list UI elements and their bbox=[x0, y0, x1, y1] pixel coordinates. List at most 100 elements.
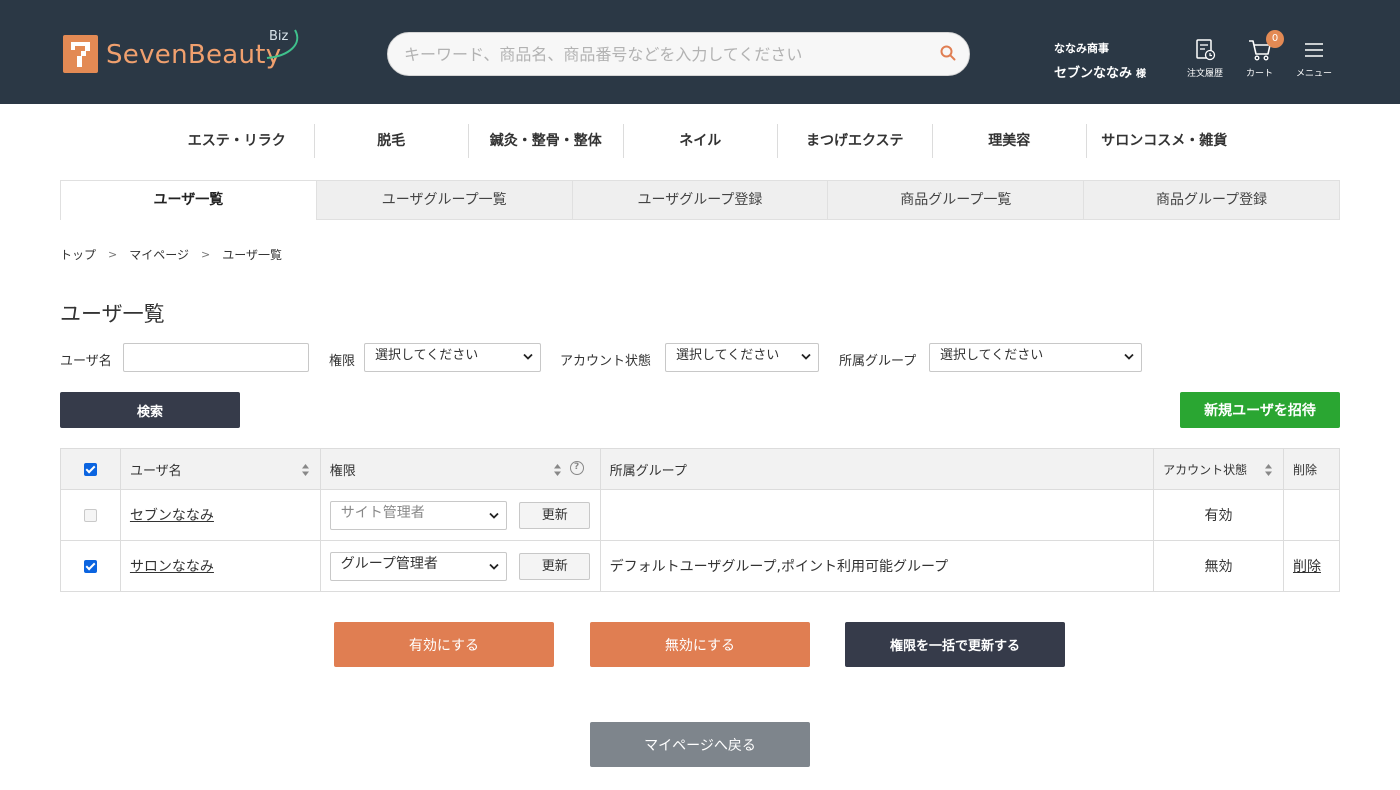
menu-button[interactable]: メニュー bbox=[1296, 38, 1332, 79]
select-all-cell bbox=[60, 448, 121, 490]
status-column-header[interactable]: アカウント状態 bbox=[1153, 448, 1284, 490]
chevron-down-icon bbox=[489, 563, 499, 570]
tab-product-group-list[interactable]: 商品グループ一覧 bbox=[828, 180, 1085, 220]
sort-icon[interactable] bbox=[553, 463, 562, 477]
cart-label: カート bbox=[1246, 69, 1274, 79]
chevron-right-icon: > bbox=[201, 248, 211, 261]
cart-button[interactable]: 0 カート bbox=[1246, 30, 1284, 79]
honorific: 様 bbox=[1136, 69, 1147, 80]
search-button[interactable] bbox=[937, 43, 959, 65]
username-filter-input[interactable] bbox=[123, 343, 309, 372]
order-history-button[interactable]: 注文履歴 bbox=[1187, 38, 1223, 79]
table-row: サロンななみ グループ管理者 更新 デフォルトユーザグループ,ポイント利用可能グ… bbox=[60, 540, 1341, 592]
role-select-value: サイト管理者 bbox=[340, 504, 425, 521]
delete-cell: 削除 bbox=[1282, 540, 1341, 592]
page-title: ユーザ一覧 bbox=[60, 302, 165, 326]
chevron-down-icon bbox=[1124, 353, 1134, 360]
hamburger-menu-icon bbox=[1305, 43, 1323, 57]
table-row: セブンななみ サイト管理者 更新 有効 bbox=[60, 489, 1341, 541]
group-filter-value: 選択してください bbox=[940, 348, 1044, 363]
role-cell: グループ管理者 更新 bbox=[319, 540, 601, 592]
username-link[interactable]: セブンななみ bbox=[130, 508, 214, 524]
tab-user-list[interactable]: ユーザ一覧 bbox=[60, 180, 317, 220]
username-filter-label: ユーザ名 bbox=[60, 354, 112, 369]
category-nav: エステ・リラク 脱毛 鍼灸・整骨・整体 ネイル まつげエクステ 理美容 サロンコ… bbox=[160, 124, 1242, 158]
category-salon-cosme[interactable]: サロンコスメ・雑貨 bbox=[1087, 124, 1242, 158]
category-datsumo[interactable]: 脱毛 bbox=[315, 124, 469, 158]
row-select-cell bbox=[60, 540, 121, 592]
chevron-down-icon bbox=[801, 353, 811, 360]
status-header-label: アカウント状態 bbox=[1163, 462, 1248, 477]
select-all-checkbox[interactable] bbox=[83, 462, 97, 476]
breadcrumb-mypage[interactable]: マイページ bbox=[129, 246, 189, 263]
logo-biz: Biz bbox=[269, 29, 289, 44]
order-history-label: 注文履歴 bbox=[1187, 69, 1224, 79]
enable-button[interactable]: 有効にする bbox=[334, 622, 554, 667]
role-header-label: 権限 bbox=[329, 463, 356, 479]
role-select[interactable]: グループ管理者 bbox=[329, 551, 507, 581]
role-filter-value: 選択してください bbox=[375, 348, 479, 363]
delete-header-label: 削除 bbox=[1292, 462, 1317, 477]
status-cell: 無効 bbox=[1153, 540, 1284, 592]
search-bar bbox=[387, 32, 970, 76]
username-link[interactable]: サロンななみ bbox=[130, 559, 214, 575]
category-shinkyu[interactable]: 鍼灸・整骨・整体 bbox=[469, 124, 624, 158]
user-info: ななみ商事 セブンななみ様 bbox=[1054, 40, 1146, 81]
delete-user-link[interactable]: 削除 bbox=[1293, 559, 1321, 575]
row-select-cell bbox=[60, 489, 121, 541]
search-input[interactable] bbox=[404, 33, 924, 75]
role-cell: サイト管理者 更新 bbox=[319, 489, 601, 541]
group-filter-select[interactable]: 選択してください bbox=[929, 343, 1142, 372]
mypage-tabs: ユーザ一覧 ユーザグループ一覧 ユーザグループ登録 商品グループ一覧 商品グルー… bbox=[60, 180, 1340, 220]
update-role-button[interactable]: 更新 bbox=[519, 501, 591, 529]
user-name-text: セブンななみ bbox=[1054, 66, 1133, 81]
sort-icon[interactable] bbox=[1264, 463, 1273, 477]
breadcrumb: トップ > マイページ > ユーザ一覧 bbox=[60, 246, 282, 263]
disable-button[interactable]: 無効にする bbox=[590, 622, 810, 667]
search-submit-button[interactable]: 検索 bbox=[60, 392, 240, 428]
category-nail[interactable]: ネイル bbox=[624, 124, 778, 158]
help-icon[interactable]: ? bbox=[569, 461, 584, 475]
username-cell: サロンななみ bbox=[119, 540, 321, 592]
username-cell: セブンななみ bbox=[119, 489, 321, 541]
delete-column-header: 削除 bbox=[1282, 448, 1341, 490]
logo-mark bbox=[63, 35, 98, 73]
role-filter-select[interactable]: 選択してください bbox=[364, 343, 541, 372]
tab-user-group-register[interactable]: ユーザグループ登録 bbox=[572, 180, 829, 220]
table-header-row: ユーザ名 権限 ? 所属グループ アカウント状態 削除 bbox=[60, 448, 1341, 490]
menu-label: メニュー bbox=[1296, 69, 1333, 79]
tab-user-group-list[interactable]: ユーザグループ一覧 bbox=[316, 180, 573, 220]
order-history-icon bbox=[1196, 39, 1216, 61]
username-header-label: ユーザ名 bbox=[129, 463, 182, 479]
back-to-mypage-button[interactable]: マイページへ戻る bbox=[590, 722, 810, 767]
delete-cell bbox=[1282, 489, 1341, 541]
status-filter-value: 選択してください bbox=[676, 348, 780, 363]
role-select-value: グループ管理者 bbox=[340, 555, 438, 572]
chevron-down-icon bbox=[523, 353, 533, 360]
status-filter-select[interactable]: 選択してください bbox=[665, 343, 819, 372]
invite-user-button[interactable]: 新規ユーザを招待 bbox=[1180, 392, 1340, 428]
category-eyelash[interactable]: まつげエクステ bbox=[778, 124, 933, 158]
logo-text: SevenBeauty bbox=[106, 40, 282, 70]
site-logo[interactable]: SevenBeauty Biz bbox=[63, 26, 313, 76]
category-esthe[interactable]: エステ・リラク bbox=[160, 124, 315, 158]
chevron-right-icon: > bbox=[108, 248, 118, 261]
search-icon bbox=[940, 45, 956, 60]
update-role-button[interactable]: 更新 bbox=[519, 552, 591, 580]
row-checkbox[interactable] bbox=[83, 508, 97, 522]
category-hairdressing[interactable]: 理美容 bbox=[933, 124, 1087, 158]
sort-icon[interactable] bbox=[301, 463, 310, 477]
group-header-label: 所属グループ bbox=[609, 463, 687, 479]
group-column-header: 所属グループ bbox=[599, 448, 1155, 490]
role-column-header[interactable]: 権限 ? bbox=[319, 448, 601, 490]
bulk-update-role-button[interactable]: 権限を一括で更新する bbox=[845, 622, 1065, 667]
username-column-header[interactable]: ユーザ名 bbox=[119, 448, 321, 490]
tab-product-group-register[interactable]: 商品グループ登録 bbox=[1084, 180, 1340, 220]
breadcrumb-current: ユーザ一覧 bbox=[222, 248, 282, 262]
role-select[interactable]: サイト管理者 bbox=[329, 500, 507, 530]
breadcrumb-top[interactable]: トップ bbox=[60, 246, 96, 263]
role-filter-label: 権限 bbox=[329, 354, 356, 369]
row-checkbox[interactable] bbox=[83, 559, 97, 573]
site-header: SevenBeauty Biz ななみ商事 セブンななみ様 注文履歴 bbox=[0, 0, 1400, 104]
chevron-down-icon bbox=[489, 512, 499, 519]
